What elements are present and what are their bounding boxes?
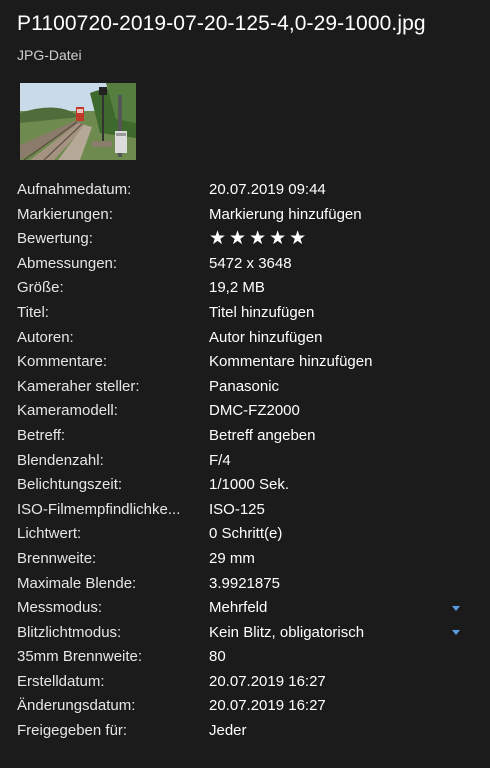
property-label: Messmodus: (17, 599, 103, 617)
property-value: 20.07.2019 16:27 (209, 697, 326, 715)
property-value: 0 Schritt(e) (209, 525, 283, 543)
property-value: 1/1000 Sek. (209, 476, 290, 494)
property-row: Messmodus: Mehrfeld (17, 596, 467, 621)
property-label: Kameramodell: (17, 402, 118, 420)
property-label: Brennweite: (17, 549, 97, 567)
property-value: 20.07.2019 09:44 (209, 181, 326, 198)
file-name: P1100720-2019-07-20-125-4,0-29-1000.jpg (17, 12, 426, 35)
property-input[interactable]: Autor hinzufügen (209, 326, 322, 351)
property-value: F/4 (209, 451, 231, 469)
property-value: 5472 x 3648 (209, 254, 292, 272)
property-label: Maximale Blende: (17, 574, 137, 592)
rating-stars[interactable]: ★★★★★ (209, 227, 309, 252)
property-label: Markierungen: (17, 205, 113, 223)
property-label: Blendenzahl: (17, 451, 104, 469)
property-row: 35mm Brennweite: 80 (17, 645, 467, 670)
property-label: Freigegeben für: (17, 722, 128, 740)
property-label: Größe: (17, 279, 64, 297)
property-label: Blitzlichtmodus: (17, 623, 122, 641)
property-value: ISO-125 (209, 500, 265, 518)
property-label: Lichtwert: (17, 525, 82, 543)
property-row: Blitzlichtmodus: Kein Blitz, obligatorisc… (17, 621, 467, 646)
property-label: Autoren: (17, 328, 74, 346)
properties-list: Aufnahmedatum: 20.07.2019 09:44 Markierung… (17, 178, 467, 744)
property-row: Betreff: Betreff angeben (17, 424, 467, 449)
property-input[interactable]: Panasonic (209, 375, 279, 400)
property-row: Kommentare: Kommentare hinzufügen (17, 350, 467, 375)
property-label: Belichtungszeit: (17, 476, 123, 494)
property-input[interactable]: Betreff angeben (209, 424, 315, 449)
property-label: 35mm Brennweite: (17, 648, 143, 666)
chevron-down-icon[interactable] (451, 621, 461, 646)
property-row: Erstelldatum: 20.07.2019 16:27 (17, 670, 467, 695)
property-value: 19,2 MB (209, 279, 265, 297)
property-row: Belichtungszeit: 1/1000 Sek. (17, 473, 467, 498)
chevron-down-icon[interactable] (451, 596, 461, 621)
property-input[interactable]: Kommentare hinzufügen (209, 350, 372, 375)
file-type: JPG-Datei (17, 47, 82, 63)
property-value: 3.9921875 (209, 574, 280, 592)
property-row: Blendenzahl: F/4 (17, 449, 467, 474)
property-select[interactable]: Kein Blitz, obligatorisch (209, 621, 364, 646)
property-input[interactable]: Titel hinzufügen (209, 301, 314, 326)
property-row: Maximale Blende: 3.9921875 (17, 572, 467, 597)
property-label: Abmessungen: (17, 254, 118, 272)
property-row: Aufnahmedatum: 20.07.2019 09:44 (17, 178, 467, 203)
photo-thumbnail-icon (20, 83, 136, 160)
property-label: Kameraher steller: (17, 377, 140, 395)
property-select[interactable]: Mehrfeld (209, 596, 267, 621)
property-row: Lichtwert: 0 Schritt(e) (17, 522, 467, 547)
property-label: Betreff: (17, 426, 66, 444)
photo-thumbnail[interactable] (20, 83, 136, 160)
property-value: 29 mm (209, 549, 255, 567)
property-row: Abmessungen: 5472 x 3648 (17, 252, 467, 277)
property-label: Erstelldatum: (17, 672, 105, 690)
property-row: Brennweite: 29 mm (17, 547, 467, 572)
property-label: ISO-Filmempfindlichke... (17, 500, 181, 518)
property-label: Kommentare: (17, 353, 108, 371)
property-value: Jeder (209, 722, 247, 740)
property-label: Titel: (17, 303, 49, 321)
property-row: Markierungen: Markierung hinzufügen (17, 203, 467, 228)
property-value: 20.07.2019 16:27 (209, 672, 326, 690)
property-label: Änderungsdatum: (17, 697, 136, 715)
property-label: Bewertung: (17, 230, 93, 248)
property-row: Kameraher steller: Panasonic (17, 375, 467, 400)
property-row: Kameramodell: DMC-FZ2000 (17, 399, 467, 424)
property-row: Änderungsdatum: 20.07.2019 16:27 (17, 694, 467, 719)
property-row: Freigegeben für: Jeder (17, 719, 467, 744)
property-input[interactable]: DMC-FZ2000 (209, 399, 300, 424)
property-row: Größe: 19,2 MB (17, 276, 467, 301)
property-row: ISO-Filmempfindlichke... ISO-125 (17, 498, 467, 523)
property-row: Autoren: Autor hinzufügen (17, 326, 467, 351)
property-row: Bewertung: ★★★★★ (17, 227, 467, 252)
property-value: 80 (209, 648, 226, 666)
property-label: Aufnahmedatum: (17, 181, 132, 198)
property-input[interactable]: Markierung hinzufügen (209, 203, 362, 228)
property-row: Titel: Titel hinzufügen (17, 301, 467, 326)
